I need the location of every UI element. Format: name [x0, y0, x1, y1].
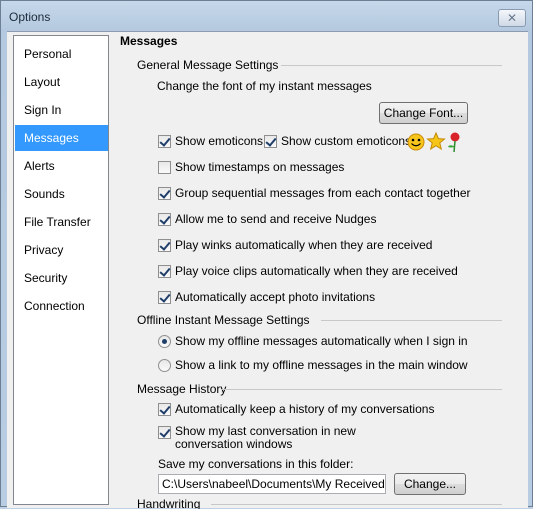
show-emoticons-checkbox-row[interactable]: Show emoticons — [158, 134, 263, 148]
group-divider — [211, 504, 502, 505]
show-emoticons-label: Show emoticons — [175, 134, 264, 148]
show-last-conversation-checkbox-row[interactable]: Show my last conversation in new convers… — [158, 425, 356, 451]
show-last-conversation-checkbox[interactable] — [158, 426, 171, 439]
offline-auto-label: Show my offline messages automatically w… — [175, 334, 468, 348]
show-last-conversation-label: Show my last conversation in new convers… — [175, 425, 356, 451]
sidebar-item-sign-in[interactable]: Sign In — [15, 97, 108, 123]
show-custom-emoticons-checkbox-row[interactable]: Show custom emoticons — [264, 134, 411, 148]
group-title-general: General Message Settings — [137, 58, 279, 72]
sidebar-item-personal[interactable]: Personal — [15, 41, 108, 67]
sidebar-item-connection[interactable]: Connection — [15, 293, 108, 319]
photo-invites-checkbox[interactable] — [158, 290, 171, 304]
group-title-offline: Offline Instant Message Settings — [137, 313, 310, 327]
show-last-conversation-line-2: conversation windows — [175, 437, 293, 451]
close-icon: ✕ — [506, 11, 518, 25]
show-timestamps-checkbox[interactable] — [158, 160, 171, 174]
voice-clips-label: Play voice clips automatically when they… — [175, 264, 458, 278]
options-window: Options ✕ Personal Layout Sign In Messag… — [0, 0, 533, 509]
offline-auto-radio[interactable] — [158, 334, 171, 348]
photo-invites-checkbox-row[interactable]: Automatically accept photo invitations — [158, 290, 375, 304]
group-divider — [221, 389, 502, 390]
nudges-checkbox-row[interactable]: Allow me to send and receive Nudges — [158, 212, 376, 226]
group-divider — [321, 320, 502, 321]
sidebar-item-alerts[interactable]: Alerts — [15, 153, 108, 179]
keep-history-checkbox-row[interactable]: Automatically keep a history of my conve… — [158, 402, 434, 416]
offline-auto-radio-row[interactable]: Show my offline messages automatically w… — [158, 334, 468, 348]
winks-checkbox[interactable] — [158, 238, 171, 252]
rose-emoticon-icon — [448, 132, 460, 153]
page-title: Messages — [120, 34, 178, 48]
show-last-conversation-line-1: Show my last conversation in new — [175, 424, 356, 438]
photo-invites-label: Automatically accept photo invitations — [175, 290, 376, 304]
winks-checkbox-row[interactable]: Play winks automatically when they are r… — [158, 238, 432, 252]
change-folder-button[interactable]: Change... — [394, 473, 466, 495]
offline-link-radio-row[interactable]: Show a link to my offline messages in th… — [158, 358, 468, 372]
group-sequential-label: Group sequential messages from each cont… — [175, 186, 471, 200]
offline-link-radio[interactable] — [158, 358, 171, 372]
sidebar-item-messages[interactable]: Messages — [15, 125, 108, 151]
show-timestamps-checkbox-row[interactable]: Show timestamps on messages — [158, 160, 344, 174]
group-divider — [281, 65, 502, 66]
save-folder-label: Save my conversations in this folder: — [158, 457, 354, 471]
winks-label: Play winks automatically when they are r… — [175, 238, 433, 252]
group-sequential-checkbox[interactable] — [158, 186, 171, 200]
change-font-button[interactable]: Change Font... — [379, 102, 468, 124]
group-sequential-checkbox-row[interactable]: Group sequential messages from each cont… — [158, 186, 471, 200]
history-folder-field[interactable]: C:\Users\nabeel\Documents\My Received Fi… — [158, 474, 386, 494]
nudges-checkbox[interactable] — [158, 212, 171, 226]
smiley-emoticon-icon — [407, 133, 425, 151]
offline-link-label: Show a link to my offline messages in th… — [175, 358, 468, 372]
emoticon-preview — [406, 131, 466, 153]
keep-history-checkbox[interactable] — [158, 402, 171, 416]
voice-clips-checkbox[interactable] — [158, 264, 171, 278]
close-button[interactable]: ✕ — [498, 9, 526, 27]
sidebar-item-privacy[interactable]: Privacy — [15, 237, 108, 263]
window-title: Options — [9, 10, 51, 24]
show-custom-emoticons-checkbox[interactable] — [264, 134, 277, 148]
show-timestamps-label: Show timestamps on messages — [175, 160, 345, 174]
voice-clips-checkbox-row[interactable]: Play voice clips automatically when they… — [158, 264, 458, 278]
category-list: Personal Layout Sign In Messages Alerts … — [13, 35, 109, 505]
client-area: Personal Layout Sign In Messages Alerts … — [7, 31, 528, 509]
sidebar-item-security[interactable]: Security — [15, 265, 108, 291]
sidebar-item-sounds[interactable]: Sounds — [15, 181, 108, 207]
sidebar-item-file-transfer[interactable]: File Transfer — [15, 209, 108, 235]
messages-panel: Messages General Message Settings Change… — [115, 32, 528, 509]
nudges-label: Allow me to send and receive Nudges — [175, 212, 377, 226]
keep-history-label: Automatically keep a history of my conve… — [175, 402, 435, 416]
group-title-history: Message History — [137, 382, 227, 396]
group-title-handwriting: Handwriting — [137, 497, 201, 509]
change-font-description: Change the font of my instant messages — [157, 79, 372, 93]
show-custom-emoticons-label: Show custom emoticons — [281, 134, 412, 148]
star-emoticon-icon — [426, 131, 446, 151]
show-emoticons-checkbox[interactable] — [158, 134, 171, 148]
title-bar[interactable]: Options ✕ — [1, 1, 532, 33]
sidebar-item-layout[interactable]: Layout — [15, 69, 108, 95]
